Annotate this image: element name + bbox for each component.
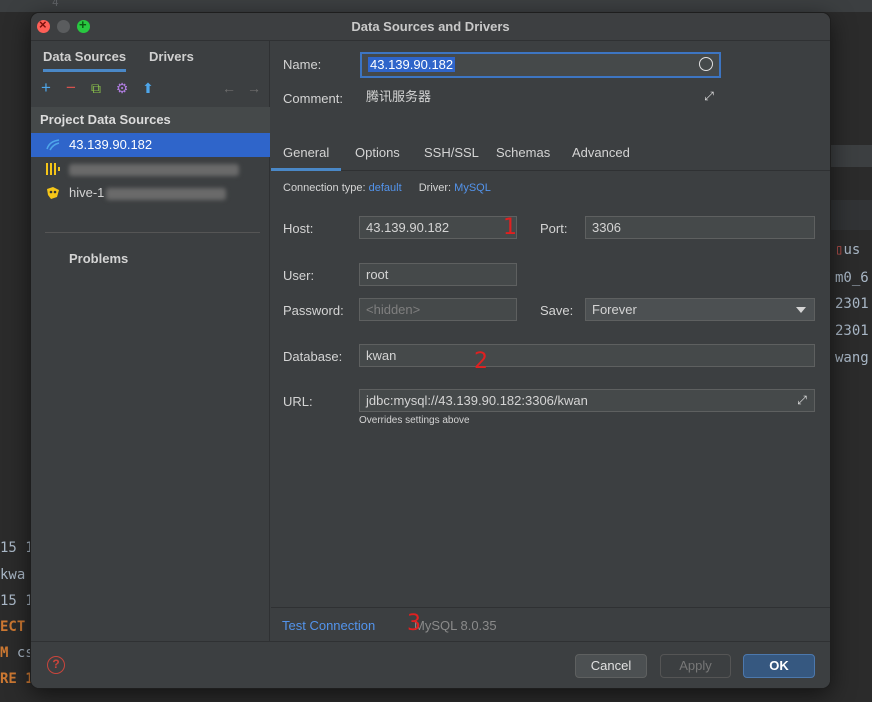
divider xyxy=(271,607,830,608)
password-label: Password: xyxy=(283,303,344,318)
name-label: Name: xyxy=(283,57,322,72)
gear-icon[interactable]: ⚙ xyxy=(113,79,131,97)
bg-text: 2301 xyxy=(835,323,869,339)
annotation-1: 1 xyxy=(503,215,517,240)
bg-text: ECT xyxy=(0,619,26,635)
connection-info: Connection type: default Driver: MySQL xyxy=(283,182,491,194)
hive-icon xyxy=(45,185,61,201)
comment-label: Comment: xyxy=(283,91,343,106)
cancel-button[interactable]: Cancel xyxy=(575,654,647,678)
back-arrow-icon[interactable]: ← xyxy=(220,79,238,97)
driver-link[interactable]: MySQL xyxy=(454,182,491,194)
tab-data-sources[interactable]: Data Sources xyxy=(43,49,127,72)
left-toolbar: + − ⧉ ⚙ ⬆ ← → xyxy=(31,77,270,103)
data-sources-dialog: Data Sources and Drivers Data Sources Dr… xyxy=(31,13,830,688)
host-label: Host: xyxy=(283,221,314,236)
user-field[interactable]: root xyxy=(359,263,517,286)
mysql-icon xyxy=(45,137,61,153)
tab-options[interactable]: Options xyxy=(355,145,400,171)
duplicate-icon[interactable]: ⧉ xyxy=(87,79,105,97)
line-number: 4 xyxy=(52,0,59,9)
title-bar: Data Sources and Drivers xyxy=(31,13,830,41)
left-pane: Data Sources Drivers + − ⧉ ⚙ ⬆ ← → Proje… xyxy=(31,41,270,641)
button-bar: ? Cancel Apply OK xyxy=(31,641,830,688)
bg-text: 2301 xyxy=(835,296,869,312)
ide-side-strip xyxy=(829,200,872,230)
connection-type-link[interactable]: default xyxy=(369,182,402,194)
datasource-item[interactable] xyxy=(31,157,270,181)
tab-schemas[interactable]: Schemas xyxy=(496,145,550,171)
right-pane: Name: 43.139.90.182 Comment: 腾讯服务器 ⤢ Gen… xyxy=(271,41,830,641)
bg-text: RE 1 xyxy=(0,671,34,687)
forward-arrow-icon[interactable]: → xyxy=(245,79,263,97)
bg-text: wang xyxy=(835,350,869,366)
problems-item[interactable]: Problems xyxy=(69,251,128,266)
ide-top-strip xyxy=(0,0,872,12)
redacted-label xyxy=(69,163,239,176)
url-field[interactable]: jdbc:mysql://43.139.90.182:3306/kwan ⤢ xyxy=(359,389,815,412)
database-field[interactable]: kwan xyxy=(359,344,815,367)
datasource-item[interactable]: hive-1 xyxy=(31,181,270,205)
apply-button[interactable]: Apply xyxy=(660,654,731,678)
chevron-down-icon xyxy=(796,307,806,313)
datasource-item[interactable]: 43.139.90.182 xyxy=(31,133,270,157)
bg-text: 15 1 xyxy=(0,540,34,556)
mysql-version: MySQL 8.0.35 xyxy=(414,618,497,633)
clickhouse-icon xyxy=(45,161,61,177)
save-label: Save: xyxy=(540,303,574,318)
ide-side-strip xyxy=(829,145,872,167)
comment-field[interactable]: 腾讯服务器 ⤢ xyxy=(360,86,721,109)
tab-ssh-ssl[interactable]: SSH/SSL xyxy=(424,145,479,171)
name-field[interactable]: 43.139.90.182 xyxy=(360,52,721,78)
add-icon[interactable]: + xyxy=(37,79,55,97)
url-label: URL: xyxy=(283,394,313,409)
host-field[interactable]: 43.139.90.182 xyxy=(359,216,517,239)
import-icon[interactable]: ⬆ xyxy=(139,79,157,97)
form-tabs: General Options SSH/SSL Schemas Advanced xyxy=(271,139,830,171)
user-label: User: xyxy=(283,268,315,283)
redacted-suffix xyxy=(106,187,227,200)
expand-icon[interactable]: ⤢ xyxy=(795,393,809,407)
database-label: Database: xyxy=(283,349,343,364)
annotation-3: 3 xyxy=(407,611,421,636)
bg-text: 15 1 xyxy=(0,593,34,609)
section-title: Project Data Sources xyxy=(31,107,270,133)
connection-type-label: Connection type: xyxy=(283,182,366,194)
expand-icon[interactable]: ⤢ xyxy=(702,89,716,103)
port-field[interactable]: 3306 xyxy=(585,216,815,239)
color-circle-icon[interactable] xyxy=(699,57,713,71)
driver-label: Driver: xyxy=(418,182,452,194)
url-hint: Overrides settings above xyxy=(359,415,470,426)
tab-drivers[interactable]: Drivers xyxy=(149,49,194,64)
window-title: Data Sources and Drivers xyxy=(351,19,510,34)
bg-text: kwa xyxy=(0,567,26,583)
bg-text: ▯us xyxy=(835,242,861,258)
left-tabs: Data Sources Drivers xyxy=(31,41,270,72)
password-field[interactable]: <hidden> xyxy=(359,298,517,321)
port-label: Port: xyxy=(540,221,568,236)
ok-button[interactable]: OK xyxy=(743,654,815,678)
bg-text: m0_6 xyxy=(835,270,869,286)
divider xyxy=(45,232,260,233)
bg-text: M cs xyxy=(0,645,34,661)
test-connection-link[interactable]: Test Connection xyxy=(282,618,375,633)
save-select[interactable]: Forever xyxy=(585,298,815,321)
remove-icon[interactable]: − xyxy=(62,79,80,97)
tab-advanced[interactable]: Advanced xyxy=(572,145,630,171)
help-icon[interactable]: ? xyxy=(47,656,65,674)
annotation-2: 2 xyxy=(474,349,488,374)
tab-general[interactable]: General xyxy=(271,145,342,171)
